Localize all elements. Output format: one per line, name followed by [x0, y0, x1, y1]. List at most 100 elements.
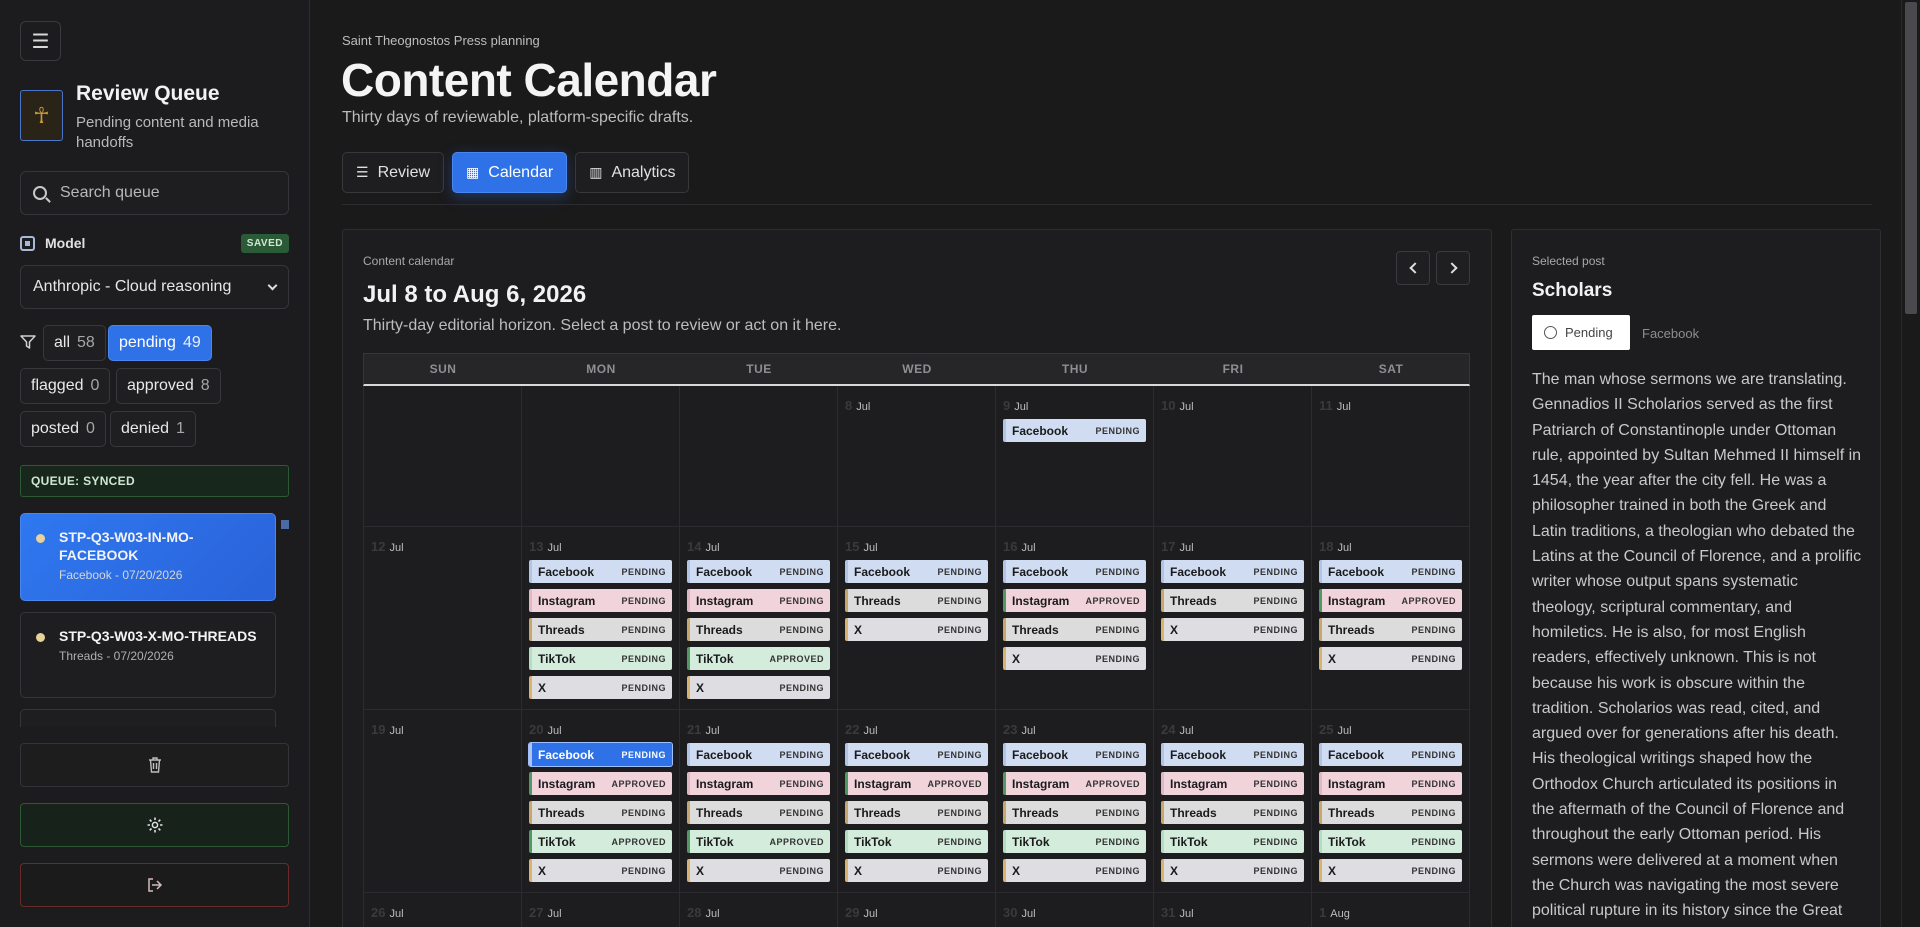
settings-button[interactable]	[20, 803, 289, 847]
calendar-day[interactable]: 31 Jul	[1154, 893, 1312, 927]
post-chip-tiktok[interactable]: TikTok APPROVED	[687, 647, 830, 670]
post-chip-instagram[interactable]: Instagram PENDING	[1161, 772, 1304, 795]
calendar-day[interactable]: 28 Jul	[680, 893, 838, 927]
post-chip-instagram[interactable]: Instagram PENDING	[687, 589, 830, 612]
trash-button[interactable]	[20, 743, 289, 787]
model-select[interactable]: Anthropic - Cloud reasoning	[20, 265, 289, 309]
post-chip-threads[interactable]: Threads PENDING	[1003, 618, 1146, 641]
post-chip-facebook[interactable]: Facebook PENDING	[687, 560, 830, 583]
post-chip-x[interactable]: X PENDING	[1003, 647, 1146, 670]
post-chip-tiktok[interactable]: TikTok APPROVED	[529, 830, 672, 853]
tab-calendar[interactable]: ▦ Calendar	[452, 152, 568, 193]
post-chip-x[interactable]: X PENDING	[687, 859, 830, 882]
calendar-day[interactable]: 20 Jul Facebook PENDING Instagram APPROVED Thr…	[522, 710, 680, 893]
calendar-day[interactable]: 11 Jul	[1312, 386, 1470, 527]
menu-icon[interactable]: ☰	[20, 21, 61, 61]
calendar-day[interactable]: 25 Jul Facebook PENDING Instagram PENDING Thre…	[1312, 710, 1470, 893]
filter-pending[interactable]: pending 49	[108, 325, 212, 361]
calendar-day[interactable]: 8 Jul	[838, 386, 996, 527]
post-chip-facebook[interactable]: Facebook PENDING	[529, 560, 672, 583]
next-month-button[interactable]	[1436, 251, 1470, 285]
calendar-day[interactable]: 12 Jul	[364, 527, 522, 710]
calendar-day[interactable]: 27 Jul	[522, 893, 680, 927]
post-chip-threads[interactable]: Threads PENDING	[687, 618, 830, 641]
post-chip-tiktok[interactable]: TikTok PENDING	[1003, 830, 1146, 853]
post-chip-x[interactable]: X PENDING	[845, 859, 988, 882]
page-scrollbar[interactable]	[1901, 0, 1920, 927]
post-chip-threads[interactable]: Threads PENDING	[529, 801, 672, 824]
post-chip-facebook[interactable]: Facebook PENDING	[845, 560, 988, 583]
filter-posted[interactable]: posted 0	[20, 411, 106, 447]
post-chip-facebook[interactable]: Facebook PENDING	[1319, 560, 1462, 583]
post-chip-x[interactable]: X PENDING	[1319, 647, 1462, 670]
post-chip-instagram[interactable]: Instagram PENDING	[529, 589, 672, 612]
post-chip-facebook[interactable]: Facebook PENDING	[1003, 560, 1146, 583]
search-box[interactable]	[20, 171, 289, 215]
post-chip-x[interactable]: X PENDING	[529, 676, 672, 699]
queue-item[interactable]: STP-Q3-W03-IN-MO-FACEBOOK Facebook - 07/…	[20, 513, 276, 601]
post-chip-threads[interactable]: Threads PENDING	[1003, 801, 1146, 824]
calendar-day[interactable]: 18 Jul Facebook PENDING Instagram APPROVED Thr…	[1312, 527, 1470, 710]
calendar-day[interactable]: 23 Jul Facebook PENDING Instagram APPROVED Thr…	[996, 710, 1154, 893]
logout-button[interactable]	[20, 863, 289, 907]
post-chip-facebook[interactable]: Facebook PENDING	[528, 742, 673, 767]
calendar-day[interactable]: 16 Jul Facebook PENDING Instagram APPROVED Thr…	[996, 527, 1154, 710]
post-chip-tiktok[interactable]: TikTok PENDING	[1161, 830, 1304, 853]
calendar-day[interactable]: 21 Jul Facebook PENDING Instagram PENDING Thre…	[680, 710, 838, 893]
post-chip-instagram[interactable]: Instagram APPROVED	[845, 772, 988, 795]
calendar-day[interactable]: 10 Jul	[1154, 386, 1312, 527]
calendar-day[interactable]	[522, 386, 680, 527]
post-chip-x[interactable]: X PENDING	[845, 618, 988, 641]
post-chip-x[interactable]: X PENDING	[1003, 859, 1146, 882]
filter-flagged[interactable]: flagged 0	[20, 368, 111, 404]
post-chip-threads[interactable]: Threads PENDING	[529, 618, 672, 641]
post-chip-facebook[interactable]: Facebook PENDING	[1003, 743, 1146, 766]
post-chip-x[interactable]: X PENDING	[1161, 618, 1304, 641]
post-chip-threads[interactable]: Threads PENDING	[1319, 801, 1462, 824]
prev-month-button[interactable]	[1396, 251, 1430, 285]
post-chip-tiktok[interactable]: TikTok PENDING	[845, 830, 988, 853]
post-chip-facebook[interactable]: Facebook PENDING	[687, 743, 830, 766]
tab-review[interactable]: ☰ Review	[342, 152, 445, 193]
queue-item[interactable]	[20, 709, 276, 727]
calendar-day[interactable]: 14 Jul Facebook PENDING Instagram PENDING Thre…	[680, 527, 838, 710]
post-chip-x[interactable]: X PENDING	[1161, 859, 1304, 882]
calendar-day[interactable]: 24 Jul Facebook PENDING Instagram PENDING Thre…	[1154, 710, 1312, 893]
calendar-day[interactable]: 17 Jul Facebook PENDING Threads PENDING X PENDI…	[1154, 527, 1312, 710]
calendar-day[interactable]: 9 Jul Facebook PENDING	[996, 386, 1154, 527]
filter-denied[interactable]: denied 1	[110, 411, 196, 447]
post-chip-facebook[interactable]: Facebook PENDING	[1319, 743, 1462, 766]
post-chip-tiktok[interactable]: TikTok APPROVED	[687, 830, 830, 853]
post-chip-x[interactable]: X PENDING	[687, 676, 830, 699]
post-chip-threads[interactable]: Threads PENDING	[1161, 801, 1304, 824]
calendar-day[interactable]	[680, 386, 838, 527]
post-chip-instagram[interactable]: Instagram APPROVED	[1003, 589, 1146, 612]
post-chip-tiktok[interactable]: TikTok PENDING	[529, 647, 672, 670]
scrollbar-thumb[interactable]	[1905, 2, 1917, 314]
post-chip-threads[interactable]: Threads PENDING	[1161, 589, 1304, 612]
post-chip-facebook[interactable]: Facebook PENDING	[1161, 743, 1304, 766]
post-chip-instagram[interactable]: Instagram PENDING	[687, 772, 830, 795]
calendar-day[interactable]	[364, 386, 522, 527]
post-chip-threads[interactable]: Threads PENDING	[845, 801, 988, 824]
calendar-day[interactable]: 1 Aug	[1312, 893, 1470, 927]
post-chip-threads[interactable]: Threads PENDING	[845, 589, 988, 612]
filter-all[interactable]: all 58	[43, 325, 106, 361]
post-chip-facebook[interactable]: Facebook PENDING	[845, 743, 988, 766]
queue-scrollbar[interactable]	[281, 520, 289, 529]
status-pill[interactable]: Pending	[1532, 315, 1630, 350]
post-chip-instagram[interactable]: Instagram PENDING	[1319, 772, 1462, 795]
calendar-day[interactable]: 26 Jul	[364, 893, 522, 927]
calendar-day[interactable]: 29 Jul	[838, 893, 996, 927]
post-chip-instagram[interactable]: Instagram APPROVED	[1003, 772, 1146, 795]
post-chip-tiktok[interactable]: TikTok PENDING	[1319, 830, 1462, 853]
calendar-day[interactable]: 15 Jul Facebook PENDING Threads PENDING X PENDI…	[838, 527, 996, 710]
post-chip-instagram[interactable]: Instagram APPROVED	[529, 772, 672, 795]
calendar-day[interactable]: 13 Jul Facebook PENDING Instagram PENDING Thre…	[522, 527, 680, 710]
tab-analytics[interactable]: ▥ Analytics	[575, 152, 690, 193]
post-chip-facebook[interactable]: Facebook PENDING	[1161, 560, 1304, 583]
post-chip-x[interactable]: X PENDING	[1319, 859, 1462, 882]
filter-approved[interactable]: approved 8	[116, 368, 221, 404]
post-chip-threads[interactable]: Threads PENDING	[1319, 618, 1462, 641]
post-chip-instagram[interactable]: Instagram APPROVED	[1319, 589, 1462, 612]
